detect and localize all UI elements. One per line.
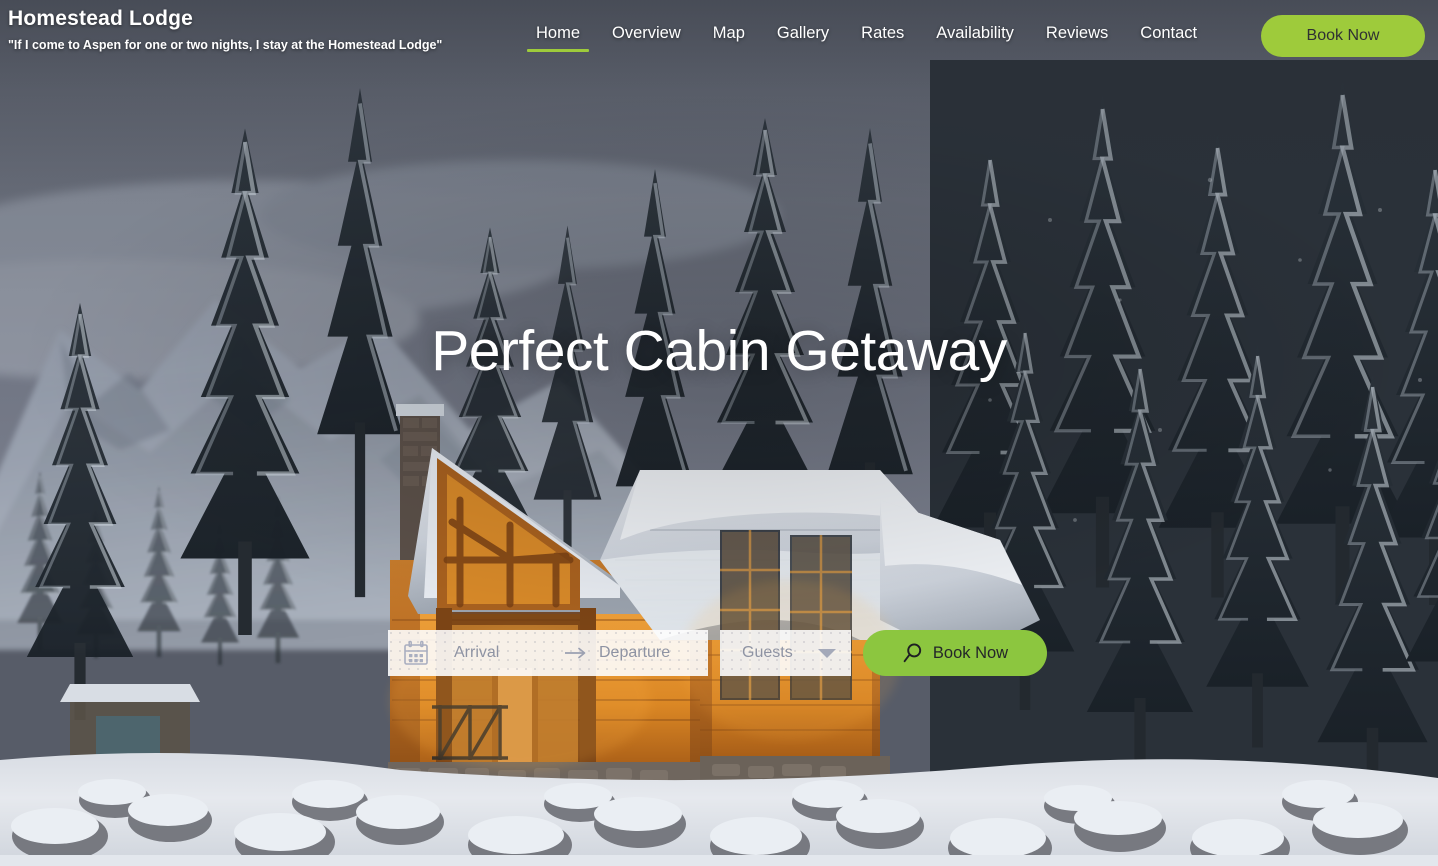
brand-name: Homestead Lodge — [8, 7, 194, 30]
arrow-right-icon — [565, 647, 586, 659]
nav-item-gallery[interactable]: Gallery — [761, 22, 845, 44]
site-header: Homestead Lodge "If I come to Aspen for … — [0, 0, 1438, 72]
hero-background-image — [0, 0, 1438, 866]
booking-book-now-button[interactable]: Book Now — [863, 630, 1047, 676]
hero-section: Homestead Lodge "If I come to Aspen for … — [0, 0, 1438, 866]
main-navigation: Home Overview Map Gallery Rates Availabi… — [520, 22, 1213, 52]
hero-title: Perfect Cabin Getaway — [431, 319, 1007, 383]
date-range-panel[interactable] — [388, 630, 708, 676]
nav-item-overview[interactable]: Overview — [596, 22, 697, 44]
chevron-down-icon[interactable] — [817, 647, 837, 659]
arrival-date-input[interactable] — [430, 644, 563, 662]
calendar-icon — [404, 640, 428, 665]
header-book-now-button[interactable]: Book Now — [1261, 15, 1425, 57]
brand[interactable]: Homestead Lodge "If I come to Aspen for … — [8, 6, 478, 54]
nav-item-map[interactable]: Map — [697, 22, 761, 44]
booking-search-bar: Guests Book Now — [388, 630, 1047, 676]
booking-book-now-label: Book Now — [932, 643, 1009, 662]
nav-item-reviews[interactable]: Reviews — [1030, 22, 1124, 44]
nav-item-rates[interactable]: Rates — [845, 22, 920, 44]
brand-tagline: "If I come to Aspen for one or two night… — [8, 38, 443, 52]
nav-item-availability[interactable]: Availability — [920, 22, 1030, 44]
nav-item-home[interactable]: Home — [520, 22, 596, 52]
search-icon — [903, 643, 922, 663]
guests-label[interactable]: Guests — [742, 630, 793, 676]
departure-date-input[interactable] — [589, 644, 708, 662]
nav-item-contact[interactable]: Contact — [1124, 22, 1213, 44]
guests-select[interactable]: Guests — [720, 630, 851, 676]
